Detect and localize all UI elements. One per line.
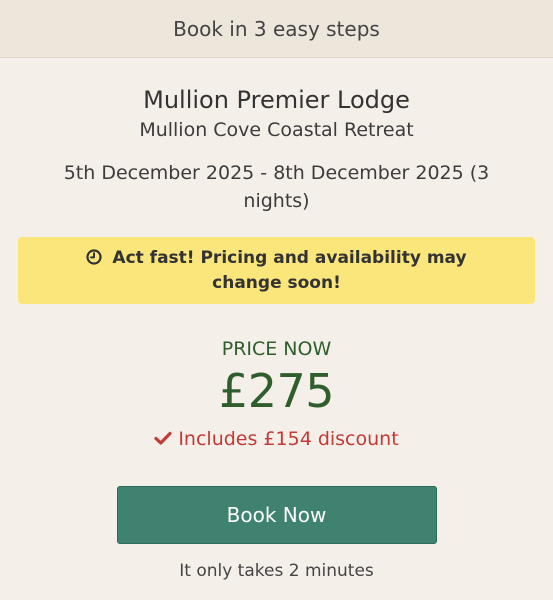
alert-text: Act fast! Pricing and availability may c… bbox=[112, 247, 467, 293]
property-name: Mullion Premier Lodge bbox=[143, 86, 410, 114]
header-title: Book in 3 easy steps bbox=[173, 16, 380, 41]
book-now-button[interactable]: Book Now bbox=[116, 486, 437, 544]
booking-header: Book in 3 easy steps bbox=[0, 0, 553, 58]
property-location: Mullion Cove Coastal Retreat bbox=[139, 119, 414, 141]
urgency-alert: Act fast! Pricing and availability may c… bbox=[18, 237, 535, 304]
clock-icon bbox=[86, 248, 103, 265]
discount-text: Includes £154 discount bbox=[178, 428, 399, 450]
price-amount: £275 bbox=[218, 364, 335, 418]
booking-time-note: It only takes 2 minutes bbox=[179, 561, 374, 581]
booking-summary: Mullion Premier Lodge Mullion Cove Coast… bbox=[0, 85, 553, 581]
discount-info: Includes £154 discount bbox=[18, 427, 535, 451]
stay-dates: 5th December 2025 - 8th December 2025 (3… bbox=[63, 162, 490, 212]
price-label: PRICE NOW bbox=[221, 338, 332, 360]
check-icon bbox=[154, 428, 172, 445]
